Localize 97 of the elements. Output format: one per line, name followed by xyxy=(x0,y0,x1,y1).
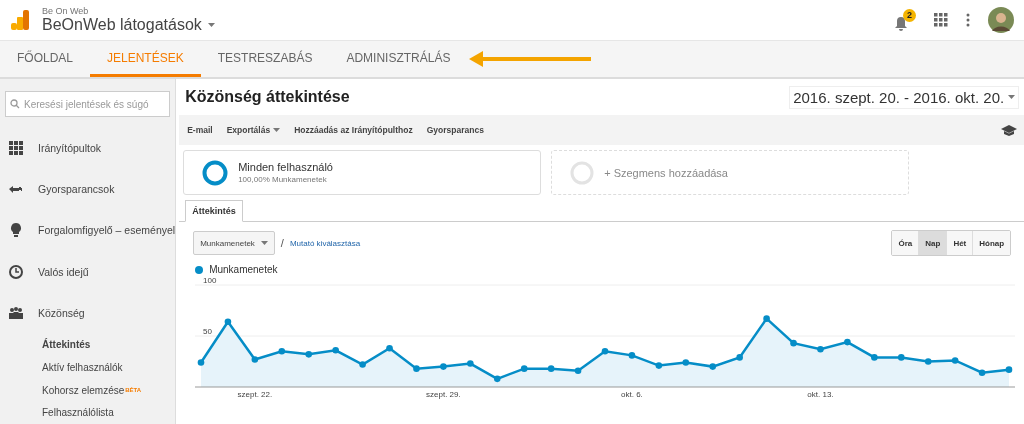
data-point xyxy=(601,348,609,355)
date-range-picker[interactable]: 2016. szept. 20. - 2016. okt. 20. xyxy=(789,85,1020,109)
data-point xyxy=(548,365,555,372)
ring-icon xyxy=(570,160,595,185)
period-button[interactable]: Óra xyxy=(892,231,919,255)
toolbar-action[interactable]: Gyorsparancs xyxy=(426,125,484,135)
ring-icon xyxy=(202,159,229,186)
search-field[interactable]: Keresési jelentések és súgó xyxy=(5,91,171,117)
analytics-logo xyxy=(10,9,30,31)
data-point xyxy=(440,363,447,370)
axis-label: okt. 13. xyxy=(807,390,834,399)
report-title: Közönség áttekintése xyxy=(185,88,350,106)
sidebar-item[interactable]: Irányítópultok xyxy=(0,127,176,169)
segment-detail: 100,00% Munkamenetek xyxy=(238,175,328,184)
sidebar-item[interactable]: Közönség xyxy=(0,292,176,334)
nav-tab[interactable]: TESTRESZABÁS xyxy=(200,41,330,77)
sidebar-label: Gyorsparancsok xyxy=(38,182,115,195)
toolbar-action[interactable]: Exportálás xyxy=(226,125,281,135)
data-point xyxy=(763,315,771,322)
add-segment-card[interactable]: + Szegmens hozzáadása xyxy=(551,150,910,195)
sidebar-label: Forgalomfigyelő – eseményel xyxy=(38,224,176,237)
sidebar-label: Valós idejű xyxy=(38,265,89,278)
caret-icon xyxy=(1008,95,1016,99)
axis-label: 100 xyxy=(203,276,217,285)
axis-label: szept. 22. xyxy=(237,390,273,399)
data-point xyxy=(224,318,232,325)
data-point xyxy=(628,352,636,359)
caret-icon xyxy=(260,241,268,245)
grid-icon xyxy=(8,139,24,156)
data-point xyxy=(1005,366,1013,373)
people-icon xyxy=(8,304,24,321)
sidebar-subitem[interactable]: Felhasználólista xyxy=(0,401,176,424)
period-button[interactable]: Nap xyxy=(918,231,947,255)
data-point xyxy=(655,362,663,369)
toolbar-action[interactable]: Hozzáadás az Irányítópulthoz xyxy=(294,125,413,135)
search-icon xyxy=(10,99,20,109)
sidebar-item[interactable]: Gyorsparancsok xyxy=(0,168,176,210)
data-point xyxy=(413,365,420,372)
data-point xyxy=(736,354,744,361)
report-tab[interactable]: Áttekintés xyxy=(185,200,243,222)
sidebar-subitem[interactable]: Kohorsz elemzése$^{BÉTA}$ xyxy=(0,378,176,402)
data-point xyxy=(925,358,932,365)
data-point xyxy=(871,354,878,361)
data-point xyxy=(844,338,851,346)
data-point xyxy=(197,359,205,366)
data-point xyxy=(278,348,286,355)
data-point xyxy=(521,365,528,372)
data-point xyxy=(305,351,313,358)
period-button[interactable]: Hét xyxy=(946,231,973,255)
bell-icon xyxy=(894,15,908,32)
period-button[interactable]: Hónap xyxy=(972,231,1011,255)
segment-name: Minden felhasználó xyxy=(238,161,333,173)
lightbulb-icon xyxy=(8,222,24,239)
data-point xyxy=(790,339,797,347)
data-point xyxy=(359,361,367,368)
axis-label: okt. 6. xyxy=(621,390,643,399)
separator: / xyxy=(280,237,284,249)
metric-link[interactable]: Mutató kiválasztása xyxy=(289,238,361,248)
sidebar-label: Kohorsz elemzése xyxy=(42,384,125,396)
data-point xyxy=(682,359,690,366)
legend-label: Munkamenetek xyxy=(209,264,278,275)
sidebar-item[interactable]: Valós idejű xyxy=(0,250,176,293)
metric-select[interactable]: Munkamenetek xyxy=(193,231,275,255)
data-point xyxy=(467,360,474,367)
nav-tab[interactable]: FŐOLDAL xyxy=(0,41,90,77)
data-point xyxy=(952,357,959,364)
data-point xyxy=(817,345,824,353)
data-point xyxy=(574,367,582,374)
caret-icon xyxy=(207,23,215,27)
sidebar-item[interactable]: Forgalomfigyelő – eseményel xyxy=(0,209,176,251)
data-point xyxy=(978,369,986,376)
data-point xyxy=(332,347,340,354)
clock-icon xyxy=(8,263,24,280)
axis-label: szept. 29. xyxy=(426,390,461,399)
more-icon[interactable] xyxy=(966,13,970,27)
sidebar-label: Közönség xyxy=(38,306,85,319)
sidebar-label: Irányítópultok xyxy=(38,141,102,154)
notifications-button[interactable]: 2 xyxy=(894,8,916,32)
axis-label: 50 xyxy=(203,327,213,336)
data-point xyxy=(494,375,501,383)
avatar[interactable] xyxy=(988,7,1014,33)
toolbar-action[interactable]: E-mail xyxy=(187,125,213,135)
data-point xyxy=(709,363,717,370)
segment-name: + Szegmens hozzáadása xyxy=(604,166,728,179)
nav-tab[interactable]: ADMINISZTRÁLÁS xyxy=(329,41,468,77)
data-point xyxy=(386,344,393,352)
data-point xyxy=(251,356,259,363)
legend-dot xyxy=(195,265,204,274)
property-selector[interactable]: BeOnWeb látogatások xyxy=(42,16,215,34)
notification-count: 2 xyxy=(903,8,916,22)
graduation-cap-icon[interactable] xyxy=(1001,124,1018,136)
sidebar-subitem[interactable]: Aktív felhasználók xyxy=(0,356,176,379)
sidebar-subitem[interactable]: Áttekintés xyxy=(0,333,176,357)
apps-icon[interactable] xyxy=(934,13,948,27)
segment-card[interactable]: Minden felhasználó 100,00% Munkamenetek xyxy=(183,150,542,195)
data-point xyxy=(898,354,905,361)
account-name: Be On Web xyxy=(42,6,90,16)
